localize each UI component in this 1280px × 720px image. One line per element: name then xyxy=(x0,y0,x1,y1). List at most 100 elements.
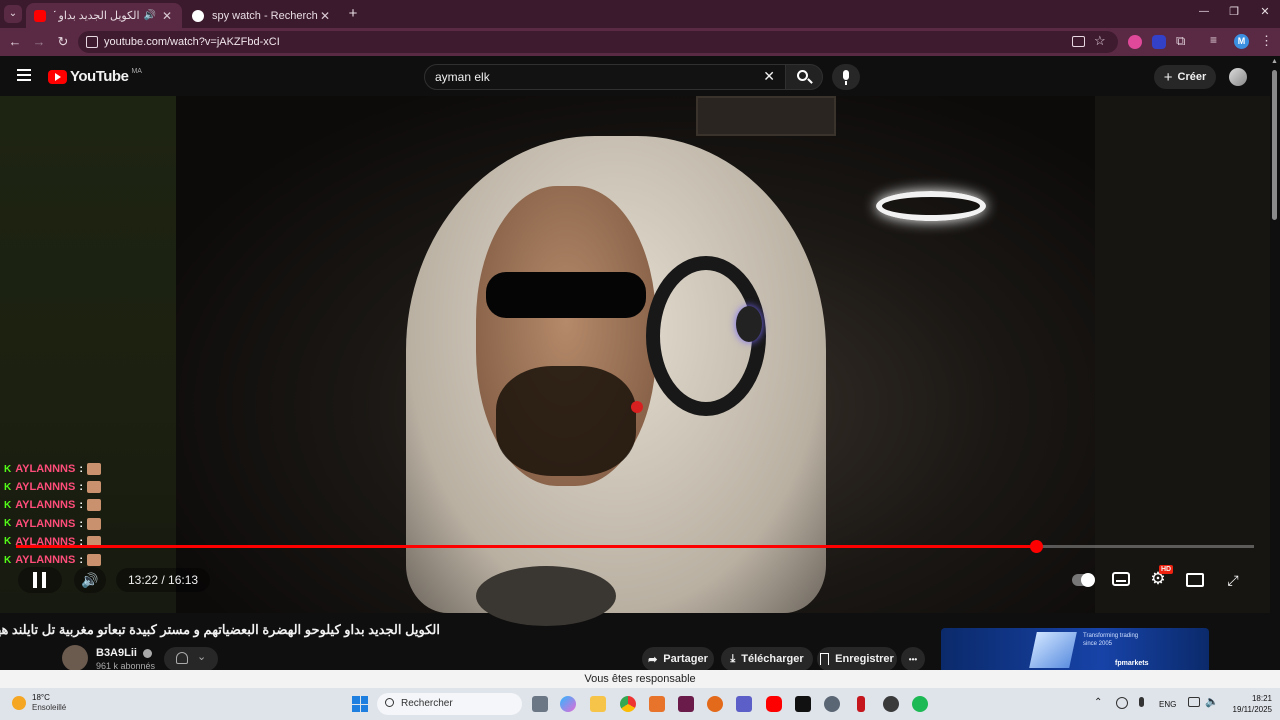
app-icon[interactable] xyxy=(795,696,811,712)
more-actions-button[interactable]: ••• xyxy=(901,647,925,671)
fullscreen-icon: ⤢ xyxy=(1227,572,1239,588)
app-icon[interactable] xyxy=(824,696,840,712)
progress-bar-played xyxy=(16,545,1036,548)
pause-button[interactable] xyxy=(18,567,62,593)
notification-bell-button[interactable]: ⌄ xyxy=(164,647,218,671)
extension-icon[interactable] xyxy=(1128,35,1142,49)
copilot-icon[interactable] xyxy=(560,696,576,712)
fullscreen-button[interactable]: ⤢ xyxy=(1224,571,1242,589)
tray-app-icon[interactable] xyxy=(1116,697,1128,709)
back-arrow-icon[interactable]: ← xyxy=(7,34,23,50)
hamburger-menu-icon[interactable] xyxy=(17,69,31,81)
extensions-puzzle-icon[interactable]: ⧉ xyxy=(1176,33,1185,49)
chevron-down-icon: ⌄ xyxy=(197,651,207,663)
reload-icon[interactable]: ↻ xyxy=(55,34,71,50)
kick-badge-icon: K xyxy=(4,481,12,493)
tab-google-search[interactable]: spy watch - Recherche Google ✕ xyxy=(184,3,340,28)
create-button[interactable]: + Créer xyxy=(1154,65,1216,89)
spotify-icon[interactable] xyxy=(912,696,928,712)
chat-line: K AYLANNNS: xyxy=(4,554,102,566)
chat-separator: : xyxy=(79,499,84,512)
save-button[interactable]: Enregistrer xyxy=(817,647,897,671)
progress-scrubber-handle[interactable] xyxy=(1030,540,1043,553)
autoplay-toggle[interactable] xyxy=(1072,573,1095,587)
task-view-icon[interactable] xyxy=(532,696,548,712)
taskbar-search[interactable]: Rechercher xyxy=(377,693,522,715)
google-favicon-icon xyxy=(192,9,204,22)
theater-mode-button[interactable] xyxy=(1186,573,1204,587)
tab-list-button[interactable]: ⌄ xyxy=(4,5,22,23)
chat-username: AYLANNNS xyxy=(15,481,76,494)
account-avatar[interactable] xyxy=(1229,68,1247,86)
download-button[interactable]: ⤓ Télécharger xyxy=(721,647,813,671)
weather-desc: Ensoleillé xyxy=(32,703,67,712)
youtube-app-icon[interactable] xyxy=(766,696,782,712)
video-frame[interactable] xyxy=(176,96,1095,626)
tab-title: spy watch - Recherche Google xyxy=(212,9,318,22)
file-explorer-icon[interactable] xyxy=(590,696,606,712)
teams-icon[interactable] xyxy=(736,696,752,712)
scroll-up-arrow-icon[interactable]: ▲ xyxy=(1271,58,1278,65)
app-icon[interactable] xyxy=(649,696,665,712)
chat-line: K AYLANNNS: xyxy=(4,463,102,475)
microphone-tray-icon[interactable] xyxy=(1139,697,1144,707)
url-text[interactable]: youtube.com/watch?v=jAKZFbd-xCI xyxy=(104,36,280,48)
extension-icon[interactable] xyxy=(1152,35,1166,49)
search-button[interactable] xyxy=(785,64,823,90)
subtitles-button[interactable] xyxy=(1112,572,1130,586)
browser-menu-icon[interactable]: ⋮ xyxy=(1260,33,1273,49)
chat-username: AYLANNNS xyxy=(15,499,76,512)
time-display: 13:22 / 16:13 xyxy=(116,568,211,592)
network-icon[interactable] xyxy=(1188,697,1200,707)
app-icon[interactable] xyxy=(883,696,899,712)
emote-icon xyxy=(87,481,102,494)
minimize-button[interactable]: — xyxy=(1194,6,1214,17)
close-tab-icon[interactable]: ✕ xyxy=(160,9,174,23)
new-tab-button[interactable]: + xyxy=(346,6,360,22)
share-button[interactable]: ➦ Partager xyxy=(642,647,714,671)
chat-username: AYLANNNS xyxy=(15,463,76,475)
restore-button[interactable]: ❐ xyxy=(1224,5,1244,18)
chat-line: K AYLANNNS: xyxy=(4,499,102,512)
emote-icon xyxy=(87,463,102,475)
tray-overflow-icon[interactable]: ⌃ xyxy=(1094,697,1102,708)
chat-separator: : xyxy=(79,517,84,530)
youtube-logo[interactable]: YouTube MA xyxy=(48,68,142,85)
app-icon[interactable] xyxy=(707,696,723,712)
chrome-icon[interactable] xyxy=(620,696,636,712)
close-tab-icon[interactable]: ✕ xyxy=(318,9,332,23)
search-input[interactable]: ayman elk ✕ xyxy=(424,64,786,90)
site-info-icon[interactable] xyxy=(86,36,98,48)
speaker-icon[interactable]: 🔈 xyxy=(1205,695,1219,708)
subtitles-icon xyxy=(1116,580,1126,582)
media-controls-icon[interactable]: ≡ xyxy=(1210,33,1217,47)
ad-banner[interactable]: Transforming trading since 2005 fpmarket… xyxy=(941,628,1209,673)
clear-search-icon[interactable]: ✕ xyxy=(763,68,775,85)
netflix-icon[interactable] xyxy=(857,696,865,712)
voice-search-button[interactable] xyxy=(832,64,860,90)
youtube-favicon-icon xyxy=(34,9,46,22)
scrollbar-thumb[interactable] xyxy=(1272,70,1277,220)
more-dots-icon: ••• xyxy=(908,654,918,664)
channel-avatar[interactable] xyxy=(62,645,88,671)
weather-widget[interactable]: 18°C Ensoleillé xyxy=(12,693,66,713)
windows-start-icon[interactable] xyxy=(352,696,368,712)
tab-youtube[interactable]: الكويل الجديد بداو كيلوحو الهـ 🔊 ✕ xyxy=(26,3,182,28)
search-query-text: ayman elk xyxy=(435,70,490,84)
forward-arrow-icon[interactable]: → xyxy=(31,34,47,50)
chat-line: K AYLANNNS: xyxy=(4,481,102,494)
tab-title: الكويل الجديد بداو كيلوحو الهـ xyxy=(54,10,140,22)
language-indicator[interactable]: ENG xyxy=(1159,700,1176,709)
video-title: الكويل الجديد بداو كيلوحو الهضرة البعضيا… xyxy=(0,622,440,637)
profile-avatar[interactable]: M xyxy=(1234,34,1249,49)
audio-playing-icon[interactable]: 🔊 xyxy=(144,10,156,21)
taskbar-clock[interactable]: 18:21 19/11/2025 xyxy=(1222,693,1272,715)
volume-button[interactable]: 🔊 xyxy=(74,567,106,593)
app-icon[interactable] xyxy=(678,696,694,712)
kick-badge-icon: K xyxy=(4,536,12,548)
install-app-icon[interactable] xyxy=(1072,36,1085,47)
download-label: Télécharger xyxy=(741,653,804,665)
close-window-button[interactable]: ✕ xyxy=(1255,5,1275,18)
bookmark-star-icon[interactable]: ☆ xyxy=(1094,33,1106,49)
channel-name[interactable]: B3A9Lii xyxy=(96,647,153,659)
